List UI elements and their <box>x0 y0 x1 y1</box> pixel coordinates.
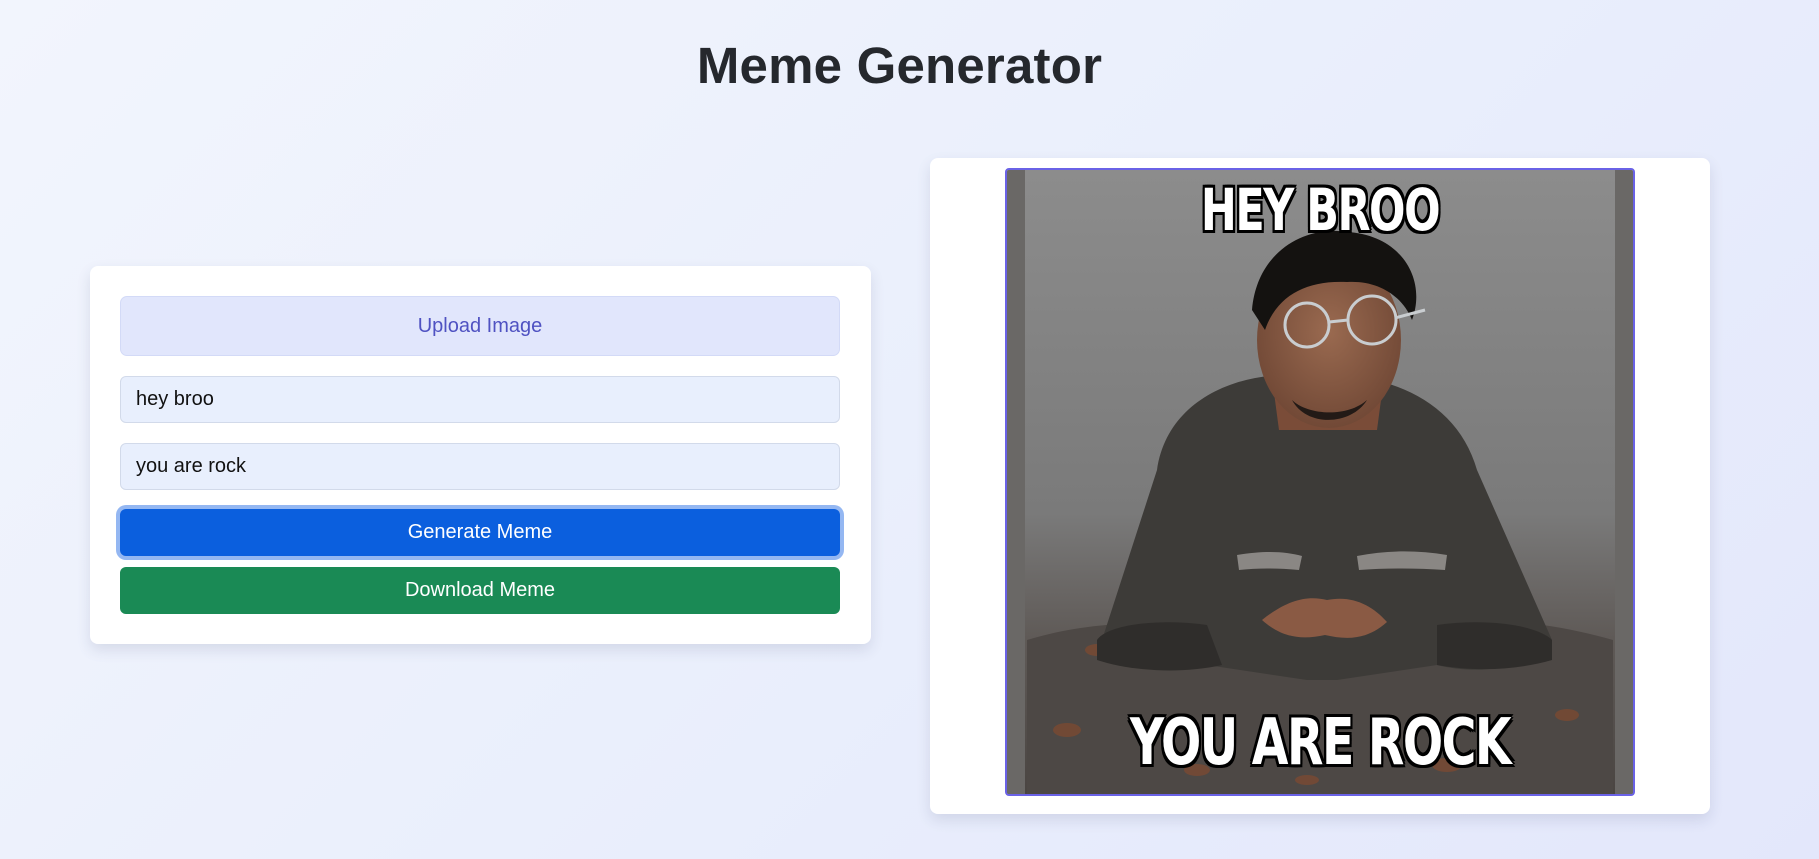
page-title: Meme Generator <box>696 37 1103 94</box>
controls-card: Upload Image Generate Meme Download Meme <box>90 266 871 644</box>
top-text-input[interactable] <box>120 376 840 423</box>
meme-photo <box>1007 170 1633 794</box>
meme-preview: HEY BROO YOU ARE ROCK <box>1005 168 1635 796</box>
download-meme-button[interactable]: Download Meme <box>120 567 840 614</box>
preview-card: HEY BROO YOU ARE ROCK <box>930 158 1710 814</box>
generate-meme-button[interactable]: Generate Meme <box>120 509 840 556</box>
upload-image-button[interactable]: Upload Image <box>120 296 840 356</box>
bottom-text-input[interactable] <box>120 443 840 490</box>
